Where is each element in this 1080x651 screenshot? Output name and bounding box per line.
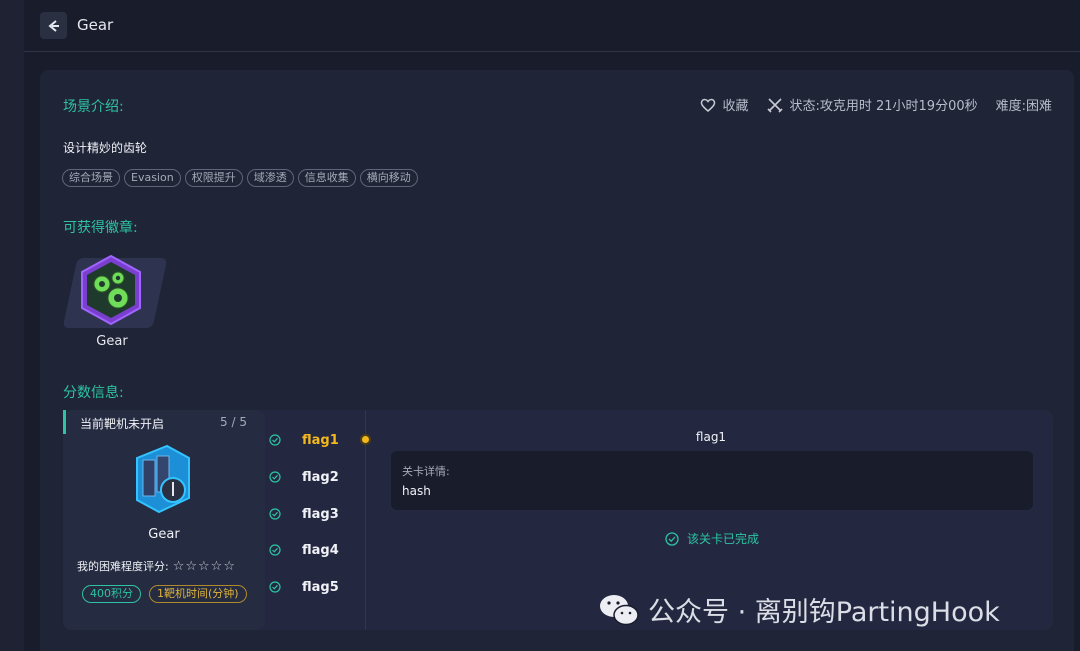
favorite-button[interactable]: 收藏: [699, 95, 748, 114]
badges-section-title: 可获得徽章:: [63, 220, 138, 236]
badge-label: Gear: [96, 334, 128, 349]
flag-item-5[interactable]: flag5: [268, 575, 368, 599]
flag-detail-value: hash: [402, 484, 431, 498]
topbar: Gear: [24, 0, 1080, 52]
rating-label: 我的困难程度评分:: [77, 560, 169, 573]
target-card: 当前靶机未开启 5 / 5 Gear 我的困难程度评分: ☆☆☆☆☆ 400积分…: [63, 410, 265, 630]
watermark-text: 公众号 · 离别钩PartingHook: [648, 597, 1000, 628]
flag-name: flag3: [302, 506, 339, 522]
active-flag-indicator: [360, 434, 371, 445]
tag: 综合场景: [62, 169, 120, 187]
target-count: 5 / 5: [220, 415, 247, 429]
scene-meta: 收藏 状态:攻克用时 21小时19分00秒 难度:困难: [699, 95, 1052, 114]
target-status: 当前靶机未开启: [80, 417, 165, 431]
tag: 信息收集: [297, 169, 356, 187]
rating-stars[interactable]: ☆☆☆☆☆: [173, 559, 236, 574]
scene-description: 设计精妙的齿轮: [63, 141, 148, 155]
target-header: 当前靶机未开启 5 / 5: [63, 410, 265, 434]
flag-list: flag1 flag2 flag3 flag4 flag5: [268, 410, 368, 630]
heart-icon: [701, 98, 716, 112]
tag: 横向移动: [359, 169, 418, 187]
score-section-title: 分数信息:: [63, 385, 124, 401]
flag-name: flag4: [302, 542, 339, 558]
check-circle-icon: [269, 434, 281, 446]
scene-card: 场景介绍: 收藏 状态:攻克用时 21小时19分00秒 难度:困难 设计精妙的齿…: [40, 70, 1074, 651]
flag-detail-label: 关卡详情:: [402, 465, 450, 478]
flag-name: flag2: [302, 469, 339, 485]
tag: Evasion: [124, 169, 181, 187]
arrow-left-icon: [47, 19, 59, 32]
difficulty-rating: 我的困难程度评分: ☆☆☆☆☆: [77, 558, 236, 574]
check-circle-icon: [269, 544, 281, 556]
server-shield-icon: [136, 444, 190, 514]
flag-item-4[interactable]: flag4: [268, 538, 368, 562]
check-circle-icon: [665, 531, 679, 546]
wechat-icon: [600, 594, 639, 625]
flag-item-2[interactable]: flag2: [268, 465, 368, 489]
tag: 域渗透: [246, 169, 294, 187]
crossed-swords-icon: [767, 97, 784, 113]
scene-section-title: 场景介绍:: [63, 99, 124, 115]
check-circle-icon: [269, 508, 281, 520]
page-title: Gear: [77, 16, 114, 34]
favorite-label: 收藏: [722, 99, 749, 114]
flag-detail-title: flag1: [695, 430, 727, 444]
watermark: 公众号 · 离别钩PartingHook: [598, 590, 1000, 629]
difficulty-label: 难度:困难: [995, 99, 1052, 114]
flag-complete-status: 该关卡已完成: [391, 530, 1033, 547]
left-rail: [0, 0, 24, 651]
target-name: Gear: [148, 527, 180, 542]
check-circle-icon: [269, 471, 281, 483]
flag-name: flag5: [302, 579, 339, 595]
status-label: 状态:攻克用时 21小时19分00秒: [789, 99, 978, 114]
points-badge: 400积分: [82, 585, 141, 603]
flag-complete-text: 该关卡已完成: [686, 532, 759, 546]
flag-item-3[interactable]: flag3: [268, 502, 368, 526]
check-circle-icon: [269, 581, 281, 593]
back-button[interactable]: [40, 12, 67, 39]
status-item: 状态:攻克用时 21小时19分00秒: [766, 95, 978, 114]
tag-list: 综合场景 Evasion 权限提升 域渗透 信息收集 横向移动: [62, 169, 418, 187]
flag-detail-box: 关卡详情: hash: [391, 451, 1033, 510]
difficulty-item: 难度:困难: [996, 95, 1052, 114]
flag-item-1[interactable]: flag1: [268, 428, 368, 452]
gear-badge: [62, 254, 168, 344]
gears-icon: [81, 254, 141, 326]
flag-name: flag1: [302, 432, 339, 448]
tag: 权限提升: [184, 169, 243, 187]
time-badge: 1靶机时间(分钟): [149, 585, 247, 603]
